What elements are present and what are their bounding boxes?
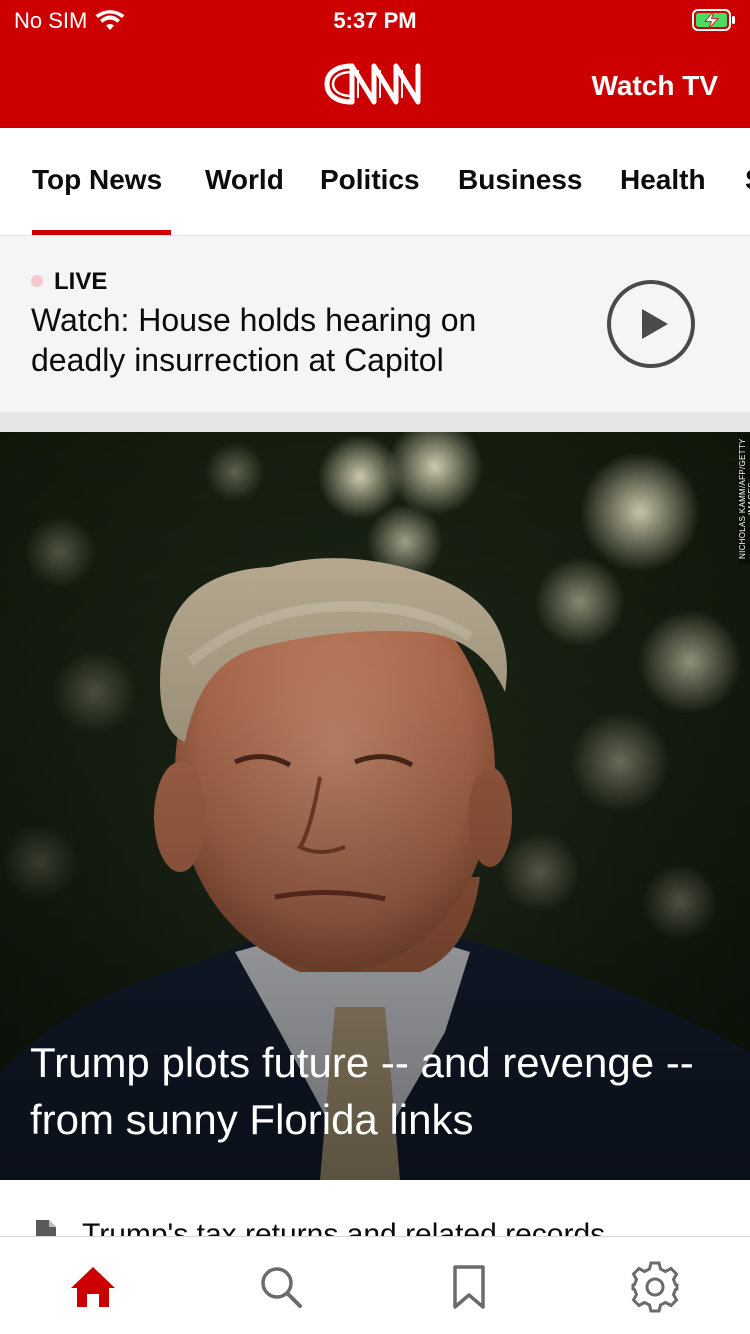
live-story-card[interactable]: LIVE Watch: House holds hearing on deadl… (0, 236, 750, 412)
watch-tv-button[interactable]: Watch TV (591, 70, 718, 102)
tab-health[interactable]: Health (620, 164, 706, 196)
document-icon (36, 1220, 56, 1236)
home-icon[interactable] (67, 1261, 119, 1313)
status-bar: No SIM 5:37 PM (0, 0, 750, 40)
status-time: 5:37 PM (333, 8, 417, 33)
hero-story[interactable]: NICHOLAS KAMM/AFP/GETTY IMAGES Trump plo… (0, 432, 750, 1180)
cnn-logo[interactable] (322, 58, 428, 110)
hero-headline[interactable]: Trump plots future -- and revenge -- fro… (30, 1034, 720, 1148)
play-circle-icon[interactable] (606, 279, 696, 369)
settings-gear-icon[interactable] (629, 1261, 681, 1313)
live-badge: LIVE (54, 268, 108, 295)
bottom-navigation (0, 1236, 750, 1334)
battery-charging-icon (692, 9, 735, 31)
app-header: Watch TV (0, 40, 750, 128)
search-icon[interactable] (255, 1261, 307, 1313)
live-headline[interactable]: Watch: House holds hearing on deadly ins… (31, 300, 551, 380)
section-divider (0, 412, 750, 432)
section-tabs: Top News World Politics Business Health … (0, 128, 750, 236)
tab-politics[interactable]: Politics (320, 164, 420, 196)
bookmark-icon[interactable] (443, 1261, 495, 1313)
tab-world[interactable]: World (205, 164, 284, 196)
next-story-item[interactable]: Trump's tax returns and related records (0, 1180, 750, 1236)
next-story-headline[interactable]: Trump's tax returns and related records (82, 1218, 605, 1236)
tab-partial[interactable]: S (745, 164, 750, 196)
tab-business[interactable]: Business (458, 164, 583, 196)
live-dot-icon (31, 275, 43, 287)
photo-credit: NICHOLAS KAMM/AFP/GETTY IMAGES (738, 434, 750, 564)
status-right (692, 8, 736, 37)
tab-top-news[interactable]: Top News (32, 164, 162, 196)
